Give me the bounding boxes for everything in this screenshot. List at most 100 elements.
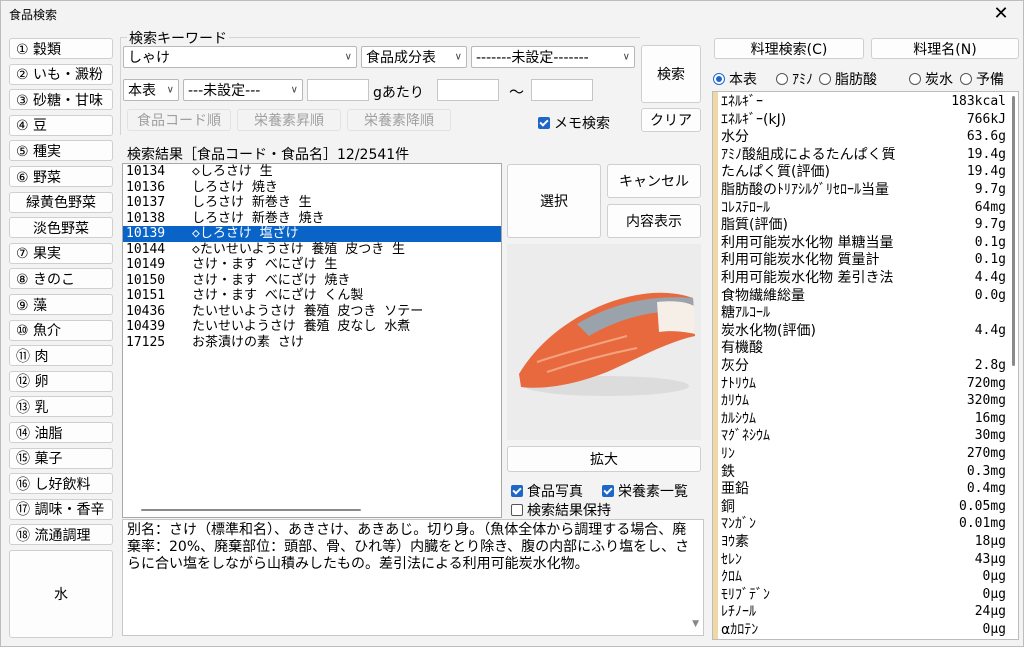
memo-search-checkbox[interactable]: メモ検索 xyxy=(538,113,610,133)
nutrient-row: ﾓﾘﾌﾞﾃﾞﾝ 0μg xyxy=(721,586,1006,604)
category-button[interactable]: ⑤ 種実 xyxy=(9,140,113,162)
nutrient-row: 炭水化物(評価) 4.4g xyxy=(721,322,1006,340)
nutrient-name: ｴﾈﾙｷﾞｰ(kJ) xyxy=(721,111,787,128)
nutrient-name: 亜鉛 xyxy=(721,481,749,498)
table-select-value: 食品成分表 xyxy=(366,50,436,66)
category-button[interactable]: ⑪ 肉 xyxy=(9,345,113,367)
category-button[interactable]: 淡色野菜 xyxy=(9,217,113,239)
water-button[interactable]: 水 xyxy=(9,550,113,638)
category-button[interactable]: ⑭ 油脂 xyxy=(9,422,113,443)
result-code: 10149 xyxy=(126,257,166,272)
nutrient-name: ﾏﾝｶﾞﾝ xyxy=(721,516,756,533)
nutrient-tab-2[interactable]: 脂肪酸 xyxy=(819,69,877,89)
sort-asc-button[interactable]: 栄養素昇順 xyxy=(237,109,341,131)
nutrient-tab-4[interactable]: 予備 xyxy=(960,69,1004,89)
category-button[interactable]: ⑮ 菓子 xyxy=(9,447,113,469)
category-button[interactable]: ③ 砂糖・甘味 xyxy=(9,89,113,111)
results-hscrollbar[interactable] xyxy=(141,509,361,511)
nutrient-tab-label: 予備 xyxy=(976,72,1004,88)
filter2-select[interactable]: ---未設定--- ∨ xyxy=(183,79,303,101)
scroll-down-icon[interactable]: ▼ xyxy=(692,616,699,633)
nutrient-row: ﾏﾝｶﾞﾝ 0.01mg xyxy=(721,515,1006,533)
nutrient-value: 4.4g xyxy=(974,270,1006,285)
sort-desc-button[interactable]: 栄養素降順 xyxy=(347,109,451,131)
range-max-input[interactable] xyxy=(531,79,593,101)
checkbox-checked-icon xyxy=(602,485,614,497)
result-row[interactable]: 10439 たいせいようさけ 養殖 皮なし 水煮 xyxy=(123,319,501,335)
result-row[interactable]: 10151 さけ・ます べにざけ くん製 xyxy=(123,288,501,304)
category-button[interactable]: ④ 豆 xyxy=(9,114,113,136)
nutrient-value: 0.1g xyxy=(974,234,1006,250)
result-row[interactable]: 10436 たいせいようさけ 養殖 皮つき ソテー xyxy=(123,304,501,320)
show-content-button[interactable]: 内容表示 xyxy=(607,204,701,238)
result-row[interactable]: 10137 しろさけ 新巻き 生 xyxy=(123,195,501,211)
radio-unselected-icon xyxy=(819,73,831,85)
filter1-select[interactable]: -------未設定------- ∨ xyxy=(471,46,635,68)
recipe-search-button[interactable]: 料理検索(C) xyxy=(714,38,864,59)
nutrient-tab-1[interactable]: ｱﾐﾉ xyxy=(776,69,813,89)
nutrient-name: 銅 xyxy=(721,498,735,515)
close-icon[interactable]: ✕ xyxy=(989,3,1013,24)
result-row[interactable]: 17125 お茶漬けの素 さけ xyxy=(123,335,501,351)
nutrient-row: ﾘﾝ 270mg xyxy=(721,445,1006,463)
cancel-button[interactable]: キャンセル xyxy=(607,164,701,198)
category-button[interactable]: ⑰ 調味・香辛 xyxy=(9,498,113,520)
table2-select[interactable]: 本表 ∨ xyxy=(123,79,179,101)
enlarge-button[interactable]: 拡大 xyxy=(507,446,701,472)
nutrient-name: 水分 xyxy=(721,129,749,146)
result-row[interactable]: 10144 ◇たいせいようさけ 養殖 皮つき 生 xyxy=(123,242,501,258)
category-button[interactable]: ⑨ 藻 xyxy=(9,294,113,315)
nutrient-vscrollbar[interactable] xyxy=(1012,96,1015,366)
checkbox-checked-icon xyxy=(538,117,550,129)
keyword-input[interactable]: しゃけ ∨ xyxy=(123,46,357,68)
search-button[interactable]: 検索 xyxy=(641,45,701,103)
range-min-input[interactable] xyxy=(437,79,499,101)
sort-code-button[interactable]: 食品コード順 xyxy=(127,109,231,131)
table-select[interactable]: 食品成分表 ∨ xyxy=(361,46,467,68)
result-name: お茶漬けの素 さけ xyxy=(192,334,304,350)
category-button[interactable]: ⑥ 野菜 xyxy=(9,166,113,187)
result-row[interactable]: 10150 さけ・ます べにざけ 焼き xyxy=(123,273,501,289)
result-name: ◇しろさけ 塩ざけ xyxy=(192,226,299,241)
category-button[interactable]: 緑黄色野菜 xyxy=(9,191,113,213)
category-button[interactable]: ② いも・澱粉 xyxy=(9,63,113,85)
category-button[interactable]: ⑫ 卵 xyxy=(9,370,113,392)
result-code: 10134 xyxy=(126,164,166,179)
nutrient-row: ﾚﾁﾉｰﾙ 24μg xyxy=(721,603,1006,621)
nutrient-tab-label: 本表 xyxy=(729,72,757,88)
category-button[interactable]: ⑱ 流通調理 xyxy=(9,524,113,546)
chevron-down-icon: ∨ xyxy=(344,51,352,63)
category-button[interactable]: ① 穀類 xyxy=(9,38,113,59)
results-header: 検索結果［食品コード・食品名］12/2541件 xyxy=(127,147,410,163)
select-button[interactable]: 選択 xyxy=(507,164,601,238)
category-button[interactable]: ⑧ きのこ xyxy=(9,268,113,290)
category-button[interactable]: ⑬ 乳 xyxy=(9,396,113,418)
result-code: 10150 xyxy=(126,272,166,288)
result-row[interactable]: 10138 しろさけ 新巻き 焼き xyxy=(123,211,501,227)
result-name: さけ・ます べにざけ くん製 xyxy=(192,288,364,303)
nutrient-list-accent-bar xyxy=(713,92,718,639)
nutrient-value: 0.4mg xyxy=(966,481,1006,497)
food-description[interactable]: 別名：さけ（標準和名）、あきさけ、あきあじ。切り身。（魚体全体から調理する場合、… xyxy=(122,519,704,636)
filter1-value: -------未設定------- xyxy=(476,50,589,66)
result-row[interactable]: 10136 しろさけ 焼き xyxy=(123,180,501,196)
category-button[interactable]: ⑦ 果実 xyxy=(9,242,113,264)
result-row[interactable]: 10149 さけ・ます べにざけ 生 xyxy=(123,257,501,273)
category-button[interactable]: ⑩ 魚介 xyxy=(9,319,113,341)
food-photo-checkbox[interactable]: 食品写真 xyxy=(511,481,583,501)
amount-input[interactable] xyxy=(307,79,369,101)
result-code: 10144 xyxy=(126,241,166,257)
nutrient-list[interactable]: ｴﾈﾙｷﾞｰ 183kcal ｴﾈﾙｷﾞｰ(kJ) 766kJ 水分 63.6g ｱﾐﾉ酸組… xyxy=(712,91,1019,640)
result-row[interactable]: 10134 ◇しろさけ 生 xyxy=(123,164,501,180)
recipe-name-button[interactable]: 料理名(N) xyxy=(871,38,1019,59)
category-button[interactable]: ⑯ し好飲料 xyxy=(9,473,113,495)
result-row[interactable]: 10139 ◇しろさけ 塩ざけ xyxy=(123,226,501,242)
keep-results-checkbox[interactable]: 検索結果保持 xyxy=(511,500,611,520)
nutrient-list-checkbox[interactable]: 栄養素一覧 xyxy=(602,481,688,501)
nutrient-value: 0.0g xyxy=(974,287,1006,303)
clear-button[interactable]: クリア xyxy=(641,108,701,132)
nutrient-name: ﾏｸﾞﾈｼｳﾑ xyxy=(721,428,770,445)
results-list[interactable]: 10134 ◇しろさけ 生 10136 しろさけ 焼き 10137 しろさけ 新巻き 生1… xyxy=(122,163,502,518)
nutrient-tab-0[interactable]: 本表 xyxy=(713,69,757,89)
nutrient-tab-3[interactable]: 炭水 xyxy=(909,69,953,89)
